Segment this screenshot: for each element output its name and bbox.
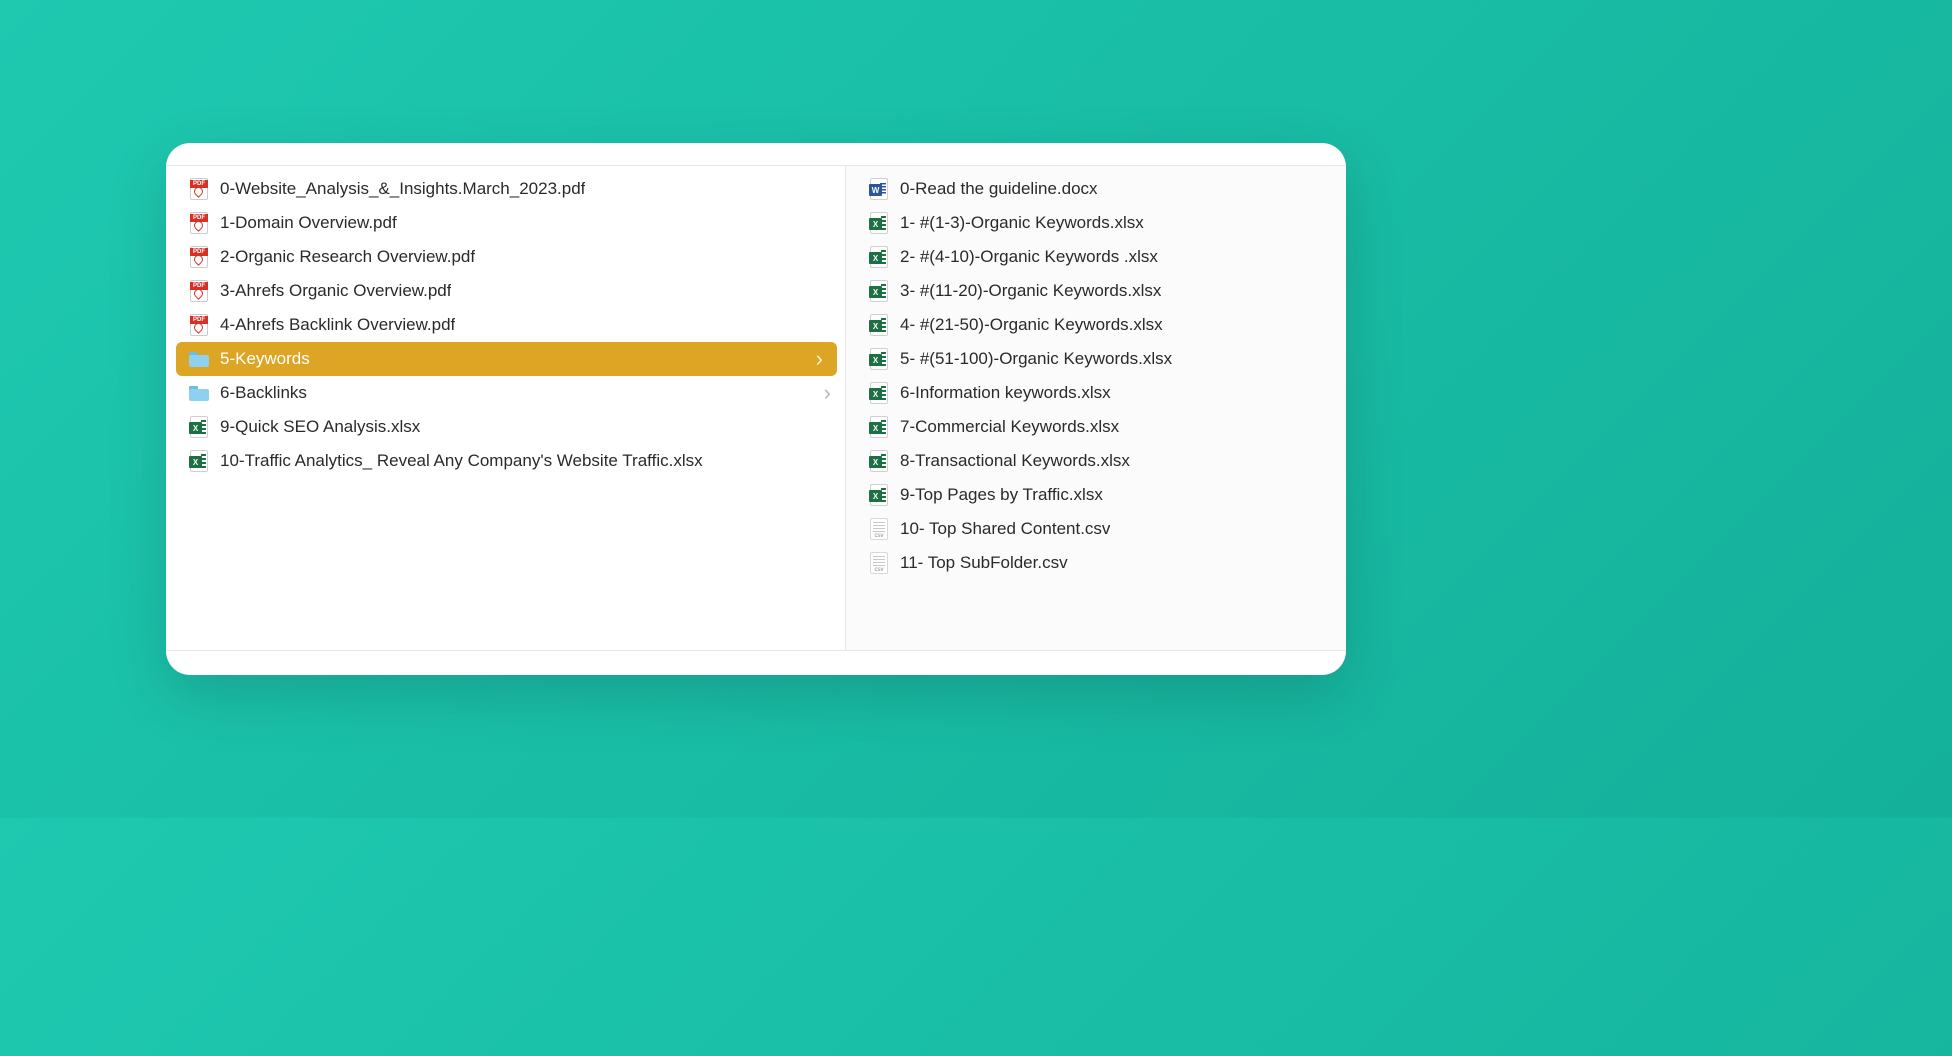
folder-icon bbox=[188, 382, 210, 404]
file-item[interactable]: X 2- #(4-10)-Organic Keywords .xlsx bbox=[846, 240, 1346, 274]
file-item[interactable]: 3-Ahrefs Organic Overview.pdf bbox=[166, 274, 845, 308]
xlsx-icon: X bbox=[868, 246, 890, 268]
docx-icon: W bbox=[868, 178, 890, 200]
file-item[interactable]: 2-Organic Research Overview.pdf bbox=[166, 240, 845, 274]
xlsx-icon: X bbox=[868, 450, 890, 472]
folder-item[interactable]: 6-Backlinks bbox=[166, 376, 845, 410]
file-item[interactable]: X 5- #(51-100)-Organic Keywords.xlsx bbox=[846, 342, 1346, 376]
filename-label: 7-Commercial Keywords.xlsx bbox=[900, 417, 1119, 437]
pdf-icon bbox=[188, 280, 210, 302]
filename-label: 5-Keywords bbox=[220, 349, 310, 369]
file-item[interactable]: 1-Domain Overview.pdf bbox=[166, 206, 845, 240]
pdf-icon bbox=[188, 178, 210, 200]
filename-label: 9-Quick SEO Analysis.xlsx bbox=[220, 417, 420, 437]
file-item[interactable]: X 4- #(21-50)-Organic Keywords.xlsx bbox=[846, 308, 1346, 342]
filename-label: 3- #(11-20)-Organic Keywords.xlsx bbox=[900, 281, 1161, 301]
filename-label: 10- Top Shared Content.csv bbox=[900, 519, 1110, 539]
column-left: 0-Website_Analysis_&_Insights.March_2023… bbox=[166, 166, 846, 650]
folder-item[interactable]: 5-Keywords bbox=[176, 342, 837, 376]
file-item[interactable]: 10- Top Shared Content.csv bbox=[846, 512, 1346, 546]
file-item[interactable]: X 3- #(11-20)-Organic Keywords.xlsx bbox=[846, 274, 1346, 308]
filename-label: 11- Top SubFolder.csv bbox=[900, 553, 1068, 573]
filename-label: 6-Backlinks bbox=[220, 383, 307, 403]
xlsx-icon: X bbox=[868, 280, 890, 302]
xlsx-icon: X bbox=[868, 484, 890, 506]
filename-label: 1-Domain Overview.pdf bbox=[220, 213, 397, 233]
file-item[interactable]: X 10-Traffic Analytics_ Reveal Any Compan… bbox=[166, 444, 845, 478]
filename-label: 0-Read the guideline.docx bbox=[900, 179, 1098, 199]
filename-label: 10-Traffic Analytics_ Reveal Any Company… bbox=[220, 451, 703, 471]
file-item[interactable]: 11- Top SubFolder.csv bbox=[846, 546, 1346, 580]
filename-label: 3-Ahrefs Organic Overview.pdf bbox=[220, 281, 451, 301]
file-item[interactable]: 0-Website_Analysis_&_Insights.March_2023… bbox=[166, 172, 845, 206]
xlsx-icon: X bbox=[868, 382, 890, 404]
pdf-icon bbox=[188, 212, 210, 234]
xlsx-icon: X bbox=[868, 416, 890, 438]
column-view: 0-Website_Analysis_&_Insights.March_2023… bbox=[166, 165, 1346, 651]
file-item[interactable]: X 9-Top Pages by Traffic.xlsx bbox=[846, 478, 1346, 512]
pdf-icon bbox=[188, 314, 210, 336]
xlsx-icon: X bbox=[868, 348, 890, 370]
pdf-icon bbox=[188, 246, 210, 268]
file-item[interactable]: W 0-Read the guideline.docx bbox=[846, 172, 1346, 206]
csv-icon bbox=[868, 552, 890, 574]
file-item[interactable]: X 1- #(1-3)-Organic Keywords.xlsx bbox=[846, 206, 1346, 240]
filename-label: 9-Top Pages by Traffic.xlsx bbox=[900, 485, 1103, 505]
column-right: W 0-Read the guideline.docx X 1- #(1-3)-Org… bbox=[846, 166, 1346, 650]
xlsx-icon: X bbox=[188, 450, 210, 472]
file-item[interactable]: X 7-Commercial Keywords.xlsx bbox=[846, 410, 1346, 444]
filename-label: 1- #(1-3)-Organic Keywords.xlsx bbox=[900, 213, 1144, 233]
file-item[interactable]: X 9-Quick SEO Analysis.xlsx bbox=[166, 410, 845, 444]
filename-label: 2-Organic Research Overview.pdf bbox=[220, 247, 475, 267]
file-item[interactable]: 4-Ahrefs Backlink Overview.pdf bbox=[166, 308, 845, 342]
folder-icon bbox=[188, 348, 210, 370]
xlsx-icon: X bbox=[868, 314, 890, 336]
finder-window: 0-Website_Analysis_&_Insights.March_2023… bbox=[166, 143, 1346, 675]
filename-label: 0-Website_Analysis_&_Insights.March_2023… bbox=[220, 179, 585, 199]
filename-label: 5- #(51-100)-Organic Keywords.xlsx bbox=[900, 349, 1172, 369]
file-item[interactable]: X 6-Information keywords.xlsx bbox=[846, 376, 1346, 410]
file-item[interactable]: X 8-Transactional Keywords.xlsx bbox=[846, 444, 1346, 478]
csv-icon bbox=[868, 518, 890, 540]
xlsx-icon: X bbox=[868, 212, 890, 234]
xlsx-icon: X bbox=[188, 416, 210, 438]
filename-label: 2- #(4-10)-Organic Keywords .xlsx bbox=[900, 247, 1158, 267]
filename-label: 8-Transactional Keywords.xlsx bbox=[900, 451, 1130, 471]
filename-label: 4-Ahrefs Backlink Overview.pdf bbox=[220, 315, 455, 335]
filename-label: 4- #(21-50)-Organic Keywords.xlsx bbox=[900, 315, 1163, 335]
filename-label: 6-Information keywords.xlsx bbox=[900, 383, 1111, 403]
